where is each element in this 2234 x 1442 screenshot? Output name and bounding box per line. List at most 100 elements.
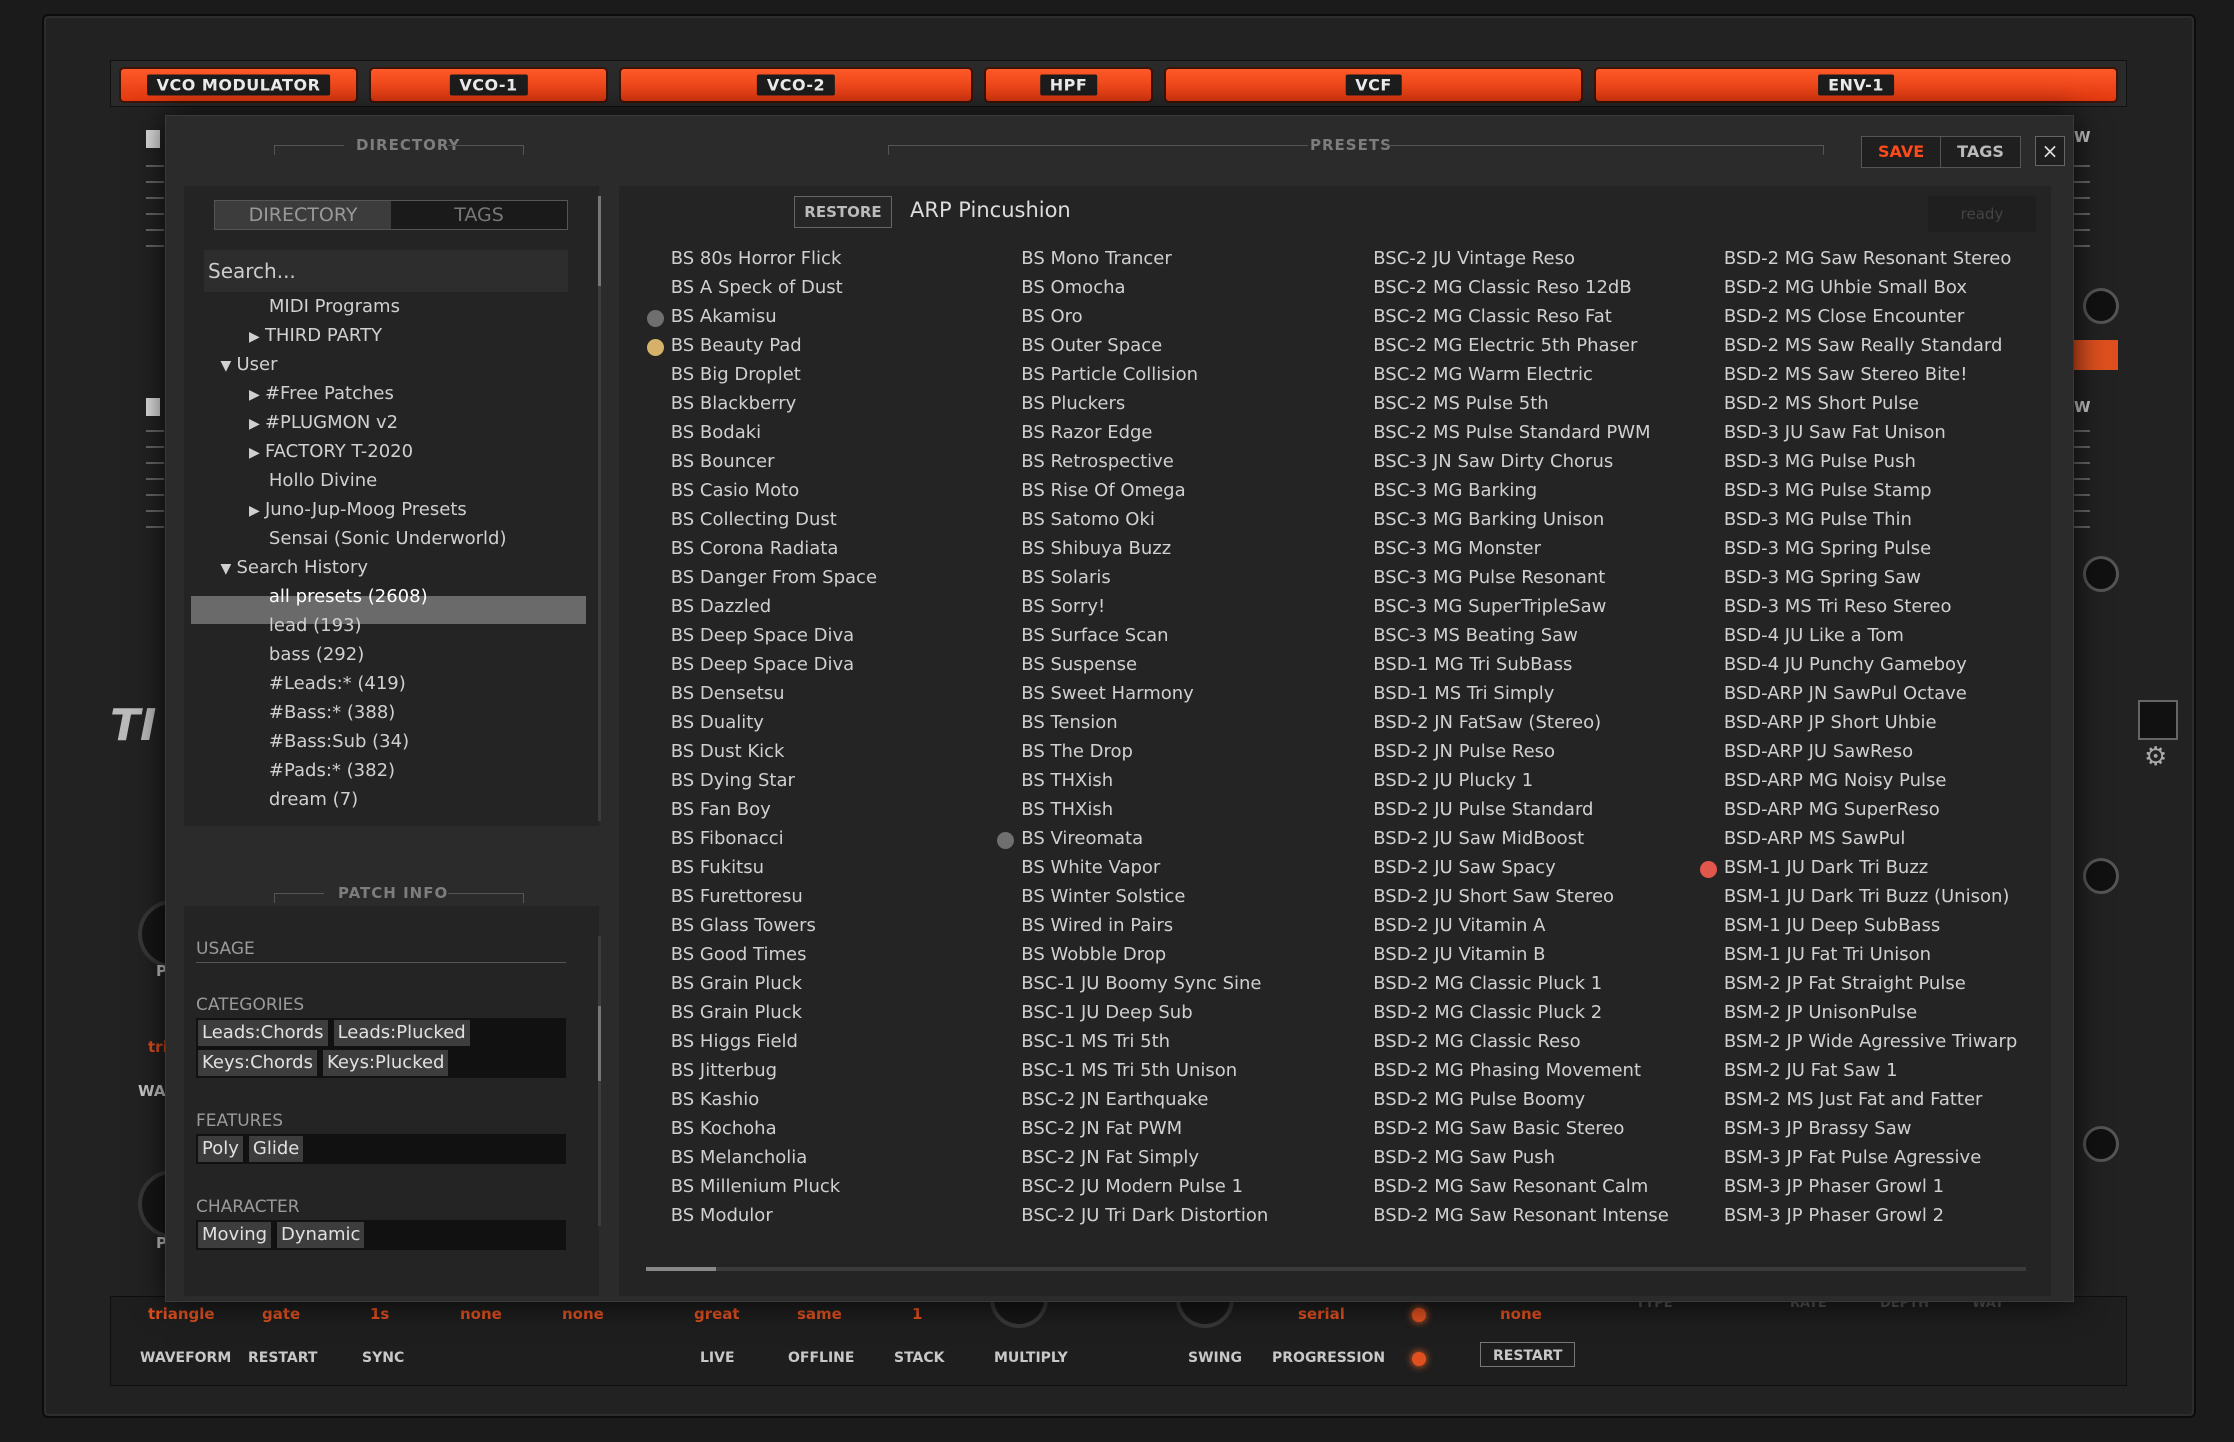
preset-item[interactable]: BSC-3 MG Monster (1373, 534, 1669, 563)
preset-item[interactable]: BS Fibonacci (671, 824, 877, 853)
preset-item[interactable]: BS Retrospective (1021, 447, 1268, 476)
preset-item[interactable]: BSD-2 MG Saw Resonant Calm (1373, 1172, 1669, 1201)
preset-item[interactable]: BSC-2 JN Fat Simply (1021, 1143, 1268, 1172)
preset-item[interactable]: BS Kashio (671, 1085, 877, 1114)
chevron-right-icon[interactable]: ▶ (249, 445, 265, 461)
preset-item[interactable]: BSC-2 MG Warm Electric (1373, 360, 1669, 389)
preset-item[interactable]: BS Shibuya Buzz (1021, 534, 1268, 563)
preset-item[interactable]: BS Tension (1021, 708, 1268, 737)
preset-item[interactable]: BS Modulor (671, 1201, 877, 1230)
preset-item[interactable]: BSM-2 JP Wide Agressive Triwarp (1724, 1027, 2018, 1056)
preset-item[interactable]: BS Wobble Drop (1021, 940, 1268, 969)
chevron-right-icon[interactable]: ▶ (249, 387, 265, 403)
close-button[interactable]: × (2035, 136, 2065, 166)
tags-button[interactable]: TAGS (1941, 137, 2020, 167)
preset-item[interactable]: BSD-2 JU Vitamin B (1373, 940, 1669, 969)
preset-item[interactable]: BSD-1 MS Tri Simply (1373, 679, 1669, 708)
preset-item[interactable]: BSD-2 JU Short Saw Stereo (1373, 882, 1669, 911)
preset-item[interactable]: BS Collecting Dust (671, 505, 877, 534)
preset-item[interactable]: BSD-2 JU Vitamin A (1373, 911, 1669, 940)
tree-item[interactable]: #Leads:* (419) (269, 673, 406, 694)
preset-item[interactable]: BSC-1 MS Tri 5th (1021, 1027, 1268, 1056)
patch-info-scroll-thumb[interactable] (598, 1006, 601, 1081)
preset-item[interactable]: BSD-2 MG Saw Push (1373, 1143, 1669, 1172)
preset-item[interactable]: BSD-2 MS Short Pulse (1724, 389, 2018, 418)
character-chip[interactable]: Dynamic (277, 1222, 365, 1248)
preset-item[interactable]: BS Furettoresu (671, 882, 877, 911)
gear-icon[interactable]: ⚙ (2144, 742, 2167, 772)
tree-item[interactable]: Sensai (Sonic Underworld) (269, 528, 507, 549)
category-chip[interactable]: Keys:Chords (198, 1050, 317, 1076)
tree-item[interactable]: all presets (2608) (269, 586, 428, 607)
chevron-down-icon[interactable]: ▼ (220, 358, 236, 374)
preset-item[interactable]: BSD-2 JU Plucky 1 (1373, 766, 1669, 795)
tab-vcf[interactable]: VCF (1166, 69, 1581, 101)
preset-item[interactable]: BSD-ARP JN SawPul Octave (1724, 679, 2018, 708)
preset-item[interactable]: BSC-2 MG Classic Reso 12dB (1373, 273, 1669, 302)
preset-item[interactable]: BS Blackberry (671, 389, 877, 418)
preset-item[interactable]: BSD-2 MG Classic Pluck 1 (1373, 969, 1669, 998)
preset-item[interactable]: BS Higgs Field (671, 1027, 877, 1056)
preset-item[interactable]: BS Fukitsu (671, 853, 877, 882)
preset-item[interactable]: BSM-1 JU Deep SubBass (1724, 911, 2018, 940)
preset-item[interactable]: BS Millenium Pluck (671, 1172, 877, 1201)
presets-hscrollbar[interactable] (646, 1267, 2026, 1271)
preset-item[interactable]: BSD-2 JN FatSaw (Stereo) (1373, 708, 1669, 737)
preset-item[interactable]: BSD-ARP JP Short Uhbie (1724, 708, 2018, 737)
preset-item[interactable]: BS Grain Pluck (671, 998, 877, 1027)
preset-item[interactable]: BSD-2 MG Saw Resonant Stereo (1724, 244, 2018, 273)
preset-item[interactable]: BSD-ARP JU SawReso (1724, 737, 2018, 766)
preset-item[interactable]: BS Particle Collision (1021, 360, 1268, 389)
preset-item[interactable]: BS 80s Horror Flick (671, 244, 877, 273)
tree-item[interactable]: MIDI Programs (269, 296, 400, 317)
preset-item[interactable]: BSM-2 JP Fat Straight Pulse (1724, 969, 2018, 998)
tab-vco-2[interactable]: VCO-2 (621, 69, 971, 101)
restart-value[interactable]: gate (262, 1305, 300, 1323)
preset-item[interactable]: BSC-3 MS Beating Saw (1373, 621, 1669, 650)
tree-item[interactable]: Hollo Divine (269, 470, 377, 491)
preset-item[interactable]: BS Duality (671, 708, 877, 737)
preset-item[interactable]: BS Deep Space Diva (671, 621, 877, 650)
preset-item[interactable]: BS Sweet Harmony (1021, 679, 1268, 708)
restart-button[interactable]: RESTART (1480, 1342, 1576, 1367)
preset-item[interactable]: BS THXish (1021, 766, 1268, 795)
preset-item[interactable]: BSC-3 MG Pulse Resonant (1373, 563, 1669, 592)
preset-item[interactable]: BS Jitterbug (671, 1056, 877, 1085)
tab-directory[interactable]: DIRECTORY (215, 201, 391, 229)
preset-item[interactable]: BS Melancholia (671, 1143, 877, 1172)
tree-item[interactable]: ▶ THIRD PARTY (249, 325, 382, 346)
sync-value[interactable]: 1s (370, 1305, 389, 1323)
preset-item[interactable]: BSD-2 MG Classic Pluck 2 (1373, 998, 1669, 1027)
preset-item[interactable]: BS Dazzled (671, 592, 877, 621)
preset-item[interactable]: BSD-3 MG Pulse Thin (1724, 505, 2018, 534)
category-chip[interactable]: Leads:Chords (198, 1020, 328, 1046)
preset-item[interactable]: BS Wired in Pairs (1021, 911, 1268, 940)
chevron-right-icon[interactable]: ▶ (249, 416, 265, 432)
presets-hscroll-thumb[interactable] (646, 1267, 716, 1271)
tab-tags[interactable]: TAGS (391, 201, 567, 229)
tree-item[interactable]: ▶ Juno-Jup-Moog Presets (249, 499, 467, 520)
tree-item[interactable]: ▼ User (220, 354, 277, 375)
category-chip[interactable]: Leads:Plucked (333, 1020, 470, 1046)
preset-item[interactable]: BSC-2 JU Tri Dark Distortion (1021, 1201, 1268, 1230)
offline-value[interactable]: same (797, 1305, 842, 1323)
tree-item[interactable]: dream (7) (269, 789, 358, 810)
preset-item[interactable]: BSD-4 JU Punchy Gameboy (1724, 650, 2018, 679)
preset-item[interactable]: BS Surface Scan (1021, 621, 1268, 650)
preset-item[interactable]: BS Casio Moto (671, 476, 877, 505)
preset-item[interactable]: BS Sorry! (1021, 592, 1268, 621)
preset-item[interactable]: BSD-3 JU Saw Fat Unison (1724, 418, 2018, 447)
preset-item[interactable]: BSD-2 MG Saw Resonant Intense (1373, 1201, 1669, 1230)
preset-item[interactable]: BSM-3 JP Phaser Growl 1 (1724, 1172, 2018, 1201)
preset-item[interactable]: BS Oro (1021, 302, 1268, 331)
progression-value[interactable]: serial (1298, 1305, 1345, 1323)
preset-item[interactable]: BSC-1 MS Tri 5th Unison (1021, 1056, 1268, 1085)
preset-item[interactable]: BSD-2 MS Saw Stereo Bite! (1724, 360, 2018, 389)
option-value[interactable]: none (562, 1305, 604, 1323)
preset-item[interactable]: BSD-ARP MS SawPul (1724, 824, 2018, 853)
preset-item[interactable]: BSD-ARP MG SuperReso (1724, 795, 2018, 824)
directory-scroll-thumb[interactable] (598, 196, 601, 286)
preset-item[interactable]: BSD-2 MS Close Encounter (1724, 302, 2018, 331)
category-chip[interactable]: Keys:Plucked (322, 1050, 449, 1076)
preset-item[interactable]: BS Dying Star (671, 766, 877, 795)
